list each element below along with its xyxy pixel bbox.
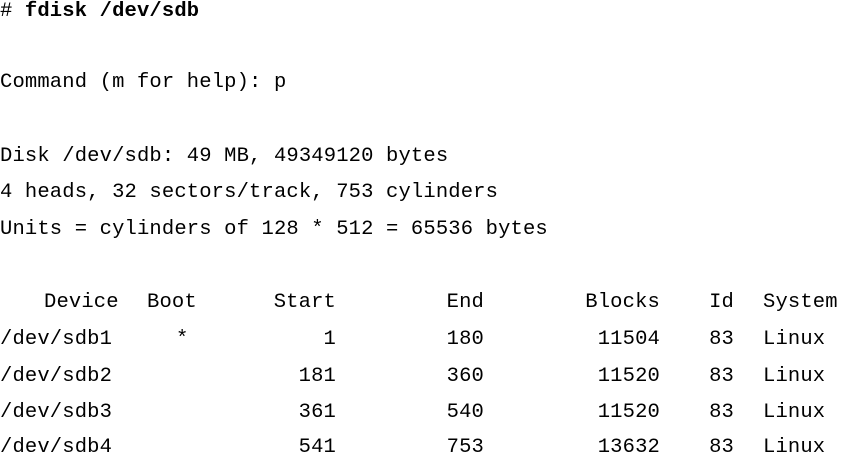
row-blocks: 13632 (597, 436, 660, 459)
row-system: Linux (763, 436, 826, 459)
disk-units: Units = cylinders of 128 * 512 = 65536 b… (0, 218, 548, 241)
terminal-output: # fdisk /dev/sdb Command (m for help): p… (0, 0, 851, 459)
row-id: 83 (709, 365, 734, 388)
row-end: 360 (446, 365, 484, 388)
row-end: 180 (446, 328, 484, 351)
row-system: Linux (763, 365, 826, 388)
row-device: /dev/sdb2 (0, 365, 113, 388)
row-system: Linux (763, 328, 826, 351)
header-boot: Boot (147, 291, 197, 314)
row-blocks: 11504 (597, 328, 660, 351)
row-device: /dev/sdb4 (0, 436, 113, 459)
row-boot-flag: * (176, 328, 189, 351)
row-end: 753 (446, 436, 484, 459)
header-blocks: Blocks (585, 291, 660, 314)
fdisk-input: p (273, 71, 287, 94)
row-start: 1 (323, 328, 336, 351)
header-end: End (446, 291, 484, 314)
row-blocks: 11520 (597, 401, 660, 424)
row-blocks: 11520 (597, 365, 660, 388)
row-device: /dev/sdb3 (0, 401, 113, 424)
row-id: 83 (709, 328, 734, 351)
row-start: 181 (298, 365, 336, 388)
disk-geometry: 4 heads, 32 sectors/track, 753 cylinders (0, 181, 499, 204)
disk-info: Disk /dev/sdb: 49 MB, 49349120 bytes (0, 145, 449, 168)
row-device: /dev/sdb1 (0, 328, 113, 351)
row-id: 83 (709, 401, 734, 424)
fdisk-prompt: Command (m for help): (0, 71, 262, 94)
row-start: 541 (298, 436, 336, 459)
shell-command-line: # fdisk /dev/sdb (0, 0, 199, 24)
prompt-symbol: # (0, 0, 13, 23)
header-id: Id (709, 291, 734, 314)
header-device: Device (44, 291, 119, 314)
row-end: 540 (446, 401, 484, 424)
row-system: Linux (763, 401, 826, 424)
header-system: System (763, 291, 838, 314)
fdisk-command-line: Command (m for help): p (0, 71, 286, 95)
row-id: 83 (709, 436, 734, 459)
header-start: Start (273, 291, 336, 314)
row-start: 361 (298, 401, 336, 424)
shell-command: fdisk /dev/sdb (24, 0, 200, 23)
